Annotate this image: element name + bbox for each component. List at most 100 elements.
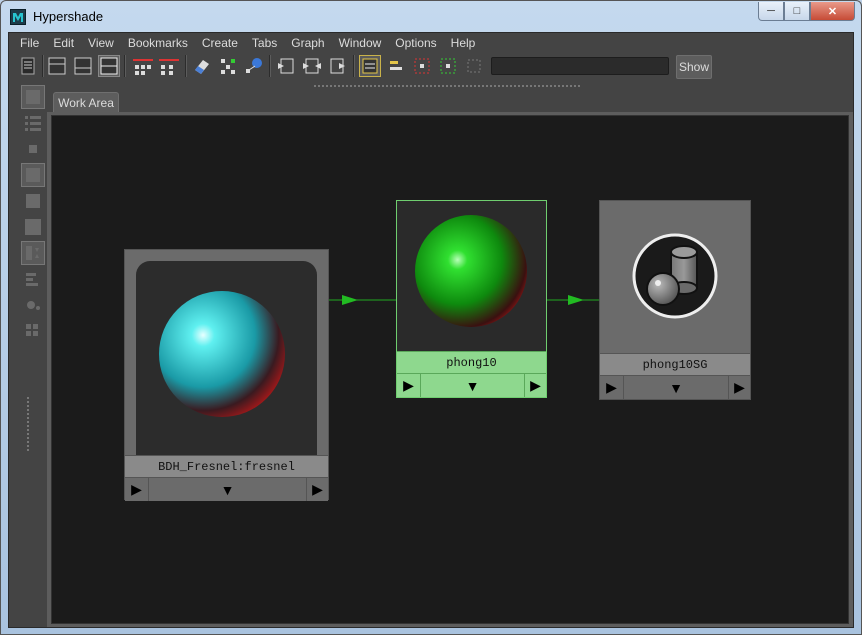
sidebar-button-2[interactable] xyxy=(21,111,45,135)
output-port-button[interactable]: ▶ xyxy=(524,374,546,397)
menu-create[interactable]: Create xyxy=(195,36,245,50)
node-shading-group[interactable]: phong10SG ▶ ▼ ▶ xyxy=(599,200,751,400)
triangle-down-icon: ▼ xyxy=(220,481,235,498)
expand-attributes-button[interactable]: ▼ xyxy=(624,376,728,399)
menu-graph[interactable]: Graph xyxy=(284,36,331,50)
medium-icon xyxy=(26,168,40,182)
left-toolbar xyxy=(21,85,47,453)
menu-help[interactable]: Help xyxy=(444,36,483,50)
work-area-canvas[interactable]: BDH_Fresnel:fresnel ▶ ▼ ▶ phong10 ▶ ▼ ▶ … xyxy=(51,115,849,624)
maximize-button[interactable]: □ xyxy=(784,2,810,21)
attribute-view-button[interactable] xyxy=(359,55,381,77)
xlarge-icon xyxy=(25,219,41,235)
collapse-left-button[interactable] xyxy=(275,55,297,77)
sidebar-button-10[interactable] xyxy=(21,319,45,343)
window-controls: ─ □ ✕ xyxy=(758,2,855,22)
node-label: BDH_Fresnel:fresnel xyxy=(125,455,328,477)
toolbar-separator xyxy=(269,55,271,77)
menu-tabs[interactable]: Tabs xyxy=(245,36,284,50)
node-port-bar: ▶ ▼ ▶ xyxy=(600,375,750,399)
clear-graph-button[interactable] xyxy=(191,55,213,77)
swatch-frame xyxy=(136,261,317,461)
hypershade-window: Hypershade ─ □ ✕ File Edit View Bookmark… xyxy=(0,0,862,635)
sort-icon xyxy=(26,246,39,260)
layout-bottom-icon xyxy=(74,57,92,75)
large-icon xyxy=(26,194,40,208)
graph-input-output-button[interactable] xyxy=(131,55,155,77)
play-right-icon: ▶ xyxy=(403,377,414,393)
graph-io-icon xyxy=(133,59,153,75)
sidebar-button-9[interactable] xyxy=(21,293,45,317)
rearrange-graph-button[interactable] xyxy=(217,55,239,77)
input-port-button[interactable]: ▶ xyxy=(397,374,421,397)
play-right-icon: ▶ xyxy=(606,379,617,395)
maximize-icon: □ xyxy=(793,5,801,17)
menu-edit[interactable]: Edit xyxy=(46,36,81,50)
list-view-icon xyxy=(25,116,41,131)
select-downstream-button[interactable] xyxy=(437,55,459,77)
minimize-button[interactable]: ─ xyxy=(758,2,784,21)
sidebar-button-8[interactable] xyxy=(21,267,45,291)
close-button[interactable]: ✕ xyxy=(810,2,855,21)
show-button[interactable]: Show xyxy=(676,55,712,79)
window-title: Hypershade xyxy=(33,9,104,24)
sidebar-button-7[interactable] xyxy=(21,241,45,265)
menu-file[interactable]: File xyxy=(13,36,46,50)
attribute-list-icon xyxy=(390,61,402,70)
layout-top-icon xyxy=(48,57,66,75)
frame-selection-button[interactable] xyxy=(463,55,485,77)
expand-attributes-button[interactable]: ▼ xyxy=(149,478,306,501)
sidebar-button-4[interactable] xyxy=(21,163,45,187)
sidebar-button-3[interactable] xyxy=(21,137,45,161)
collapse-right-button[interactable] xyxy=(327,55,349,77)
sphere-network-icon xyxy=(246,58,262,73)
sidebar-button-6[interactable] xyxy=(21,215,45,239)
toolbar-separator xyxy=(185,55,187,77)
attribute-list-button[interactable] xyxy=(385,55,407,77)
layout-bottom-button[interactable] xyxy=(72,55,94,77)
list-icon xyxy=(21,57,35,75)
play-right-icon: ▶ xyxy=(734,379,745,395)
menu-bookmarks[interactable]: Bookmarks xyxy=(121,36,195,50)
toolbar-menu-button[interactable] xyxy=(17,55,39,77)
select-upstream-icon xyxy=(414,58,430,74)
select-upstream-button[interactable] xyxy=(411,55,433,77)
attribute-icon xyxy=(362,58,378,74)
panel-resize-grip[interactable] xyxy=(314,85,580,87)
output-port-button[interactable]: ▶ xyxy=(306,478,328,501)
node-fresnel[interactable]: BDH_Fresnel:fresnel ▶ ▼ ▶ xyxy=(124,249,329,501)
graph-materials-button[interactable] xyxy=(243,55,265,77)
input-port-button[interactable]: ▶ xyxy=(600,376,624,399)
layout-split-icon xyxy=(100,57,118,75)
sort-name-icon xyxy=(26,273,38,286)
menu-options[interactable]: Options xyxy=(388,36,443,50)
graph-output-button[interactable] xyxy=(157,55,181,77)
title-bar[interactable]: Hypershade ─ □ ✕ xyxy=(1,1,861,33)
input-port-button[interactable]: ▶ xyxy=(125,478,149,501)
collapse-both-button[interactable] xyxy=(301,55,323,77)
toolbar-separator xyxy=(353,55,355,77)
sidebar-button-5[interactable] xyxy=(21,189,45,213)
graph-output-icon xyxy=(159,59,179,75)
menu-window[interactable]: Window xyxy=(332,36,389,50)
hypershade-panel: File Edit View Bookmarks Create Tabs Gra… xyxy=(8,32,854,628)
sidebar-grip[interactable] xyxy=(27,397,29,453)
search-input[interactable] xyxy=(491,57,669,75)
output-port-button[interactable]: ▶ xyxy=(728,376,750,399)
play-right-icon: ▶ xyxy=(312,481,323,497)
fresnel-swatch-icon xyxy=(159,291,285,417)
arrow-in-right-icon xyxy=(330,58,345,74)
node-phong[interactable]: phong10 ▶ ▼ ▶ xyxy=(396,200,547,398)
tab-work-area[interactable]: Work Area xyxy=(53,92,119,112)
minimize-icon: ─ xyxy=(767,5,775,17)
grid-icon xyxy=(26,90,40,104)
sidebar-button-1[interactable] xyxy=(21,85,45,109)
toolbar-separator xyxy=(124,55,126,77)
layout-split-button[interactable] xyxy=(98,55,120,77)
maya-app-icon xyxy=(10,9,26,25)
expand-attributes-button[interactable]: ▼ xyxy=(421,374,524,397)
layout-top-button[interactable] xyxy=(46,55,68,77)
arrow-in-left-icon xyxy=(278,58,294,74)
play-right-icon: ▶ xyxy=(131,481,142,497)
menu-view[interactable]: View xyxy=(81,36,121,50)
